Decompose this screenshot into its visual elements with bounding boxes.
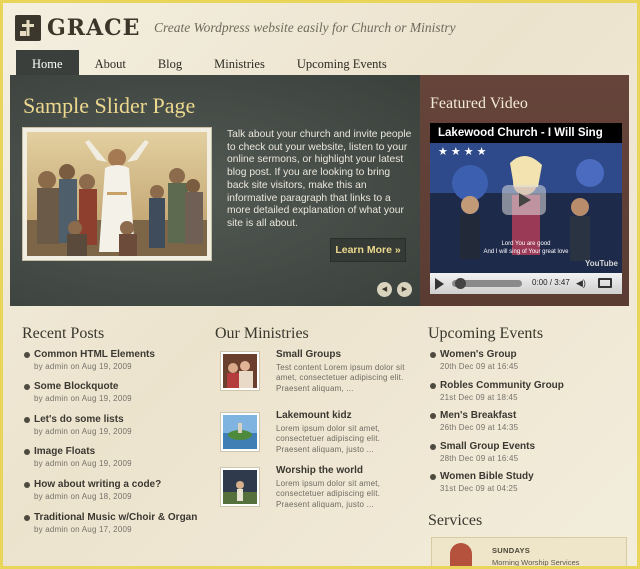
event-date: 26th Dec 09 at 14:35 bbox=[440, 423, 519, 432]
post-meta: by admin on Aug 18, 2009 bbox=[34, 492, 132, 501]
ministry-title-link[interactable]: Small Groups bbox=[276, 349, 341, 360]
post-item: Traditional Music w/Choir & Organ by adm… bbox=[24, 512, 209, 534]
site-logo-text: GRACE bbox=[47, 15, 141, 41]
nav-upcoming-events[interactable]: Upcoming Events bbox=[281, 50, 403, 75]
event-title-link[interactable]: Women Bible Study bbox=[430, 471, 630, 482]
post-meta: by admin on Aug 19, 2009 bbox=[34, 362, 132, 371]
event-title-link[interactable]: Women's Group bbox=[430, 349, 630, 360]
event-title-link[interactable]: Small Group Events bbox=[430, 441, 630, 452]
lake-photo-image bbox=[223, 415, 257, 449]
worship-photo-image bbox=[223, 470, 257, 504]
post-title-link[interactable]: Common HTML Elements bbox=[24, 349, 209, 360]
nav-ministries[interactable]: Ministries bbox=[198, 50, 281, 75]
video-progress-knob[interactable] bbox=[455, 278, 466, 289]
post-meta: by admin on Aug 19, 2009 bbox=[34, 459, 132, 468]
event-item: Small Group Events 28th Dec 09 at 16:45 bbox=[430, 441, 630, 463]
slider-title[interactable]: Sample Slider Page bbox=[23, 93, 195, 119]
nav-blog[interactable]: Blog bbox=[142, 50, 198, 75]
ministry-item: Worship the world Lorem ipsum dolor sit … bbox=[218, 465, 413, 511]
recent-posts-title: Recent Posts bbox=[22, 325, 105, 342]
post-item: How about writing a code? by admin on Au… bbox=[24, 479, 209, 501]
event-item: Men's Breakfast 26th Dec 09 at 14:35 bbox=[430, 410, 630, 432]
nav-home[interactable]: Home bbox=[16, 50, 79, 75]
upcoming-events-title: Upcoming Events bbox=[428, 325, 544, 342]
post-title-link[interactable]: Some Blockquote bbox=[24, 381, 209, 392]
post-meta: by admin on Aug 19, 2009 bbox=[34, 427, 132, 436]
services-item[interactable]: Morning Worship Services bbox=[492, 558, 579, 566]
event-date: 31st Dec 09 at 04:25 bbox=[440, 484, 518, 493]
post-meta: by admin on Aug 19, 2009 bbox=[34, 394, 132, 403]
ministry-title-link[interactable]: Worship the world bbox=[276, 465, 363, 476]
services-card: SUNDAYS Morning Worship Services bbox=[431, 537, 627, 566]
video-player[interactable]: Lakewood Church - I Will Sing ★★★★ Lord … bbox=[430, 123, 622, 294]
ministry-item: Lakemount kidz Lorem ipsum dolor sit ame… bbox=[218, 410, 413, 456]
play-icon[interactable] bbox=[435, 278, 444, 290]
ministries-title: Our Ministries bbox=[215, 325, 309, 342]
event-item: Robles Community Group 21st Dec 09 at 18… bbox=[430, 380, 630, 402]
ministry-title-link[interactable]: Lakemount kidz bbox=[276, 410, 352, 421]
ministry-thumbnail[interactable] bbox=[220, 412, 260, 452]
event-title-link[interactable]: Robles Community Group bbox=[430, 380, 630, 391]
video-controls: 0:00 / 3:47 ◀) bbox=[430, 273, 622, 294]
fullscreen-icon[interactable] bbox=[598, 278, 612, 288]
nav-about[interactable]: About bbox=[79, 50, 142, 75]
play-overlay-icon[interactable] bbox=[502, 185, 546, 215]
video-caption-line-2: And I will sing of Your great love bbox=[483, 249, 569, 255]
post-item: Some Blockquote by admin on Aug 19, 2009 bbox=[24, 381, 209, 403]
slider-description: Talk about your church and invite people… bbox=[227, 129, 412, 229]
post-item: Common HTML Elements by admin on Aug 19,… bbox=[24, 349, 209, 371]
post-title-link[interactable]: Image Floats bbox=[24, 446, 209, 457]
site-logo[interactable]: GRACE bbox=[15, 15, 140, 41]
video-caption-line-1: Lord You are good bbox=[501, 241, 551, 247]
post-item: Let's do some lists by admin on Aug 19, … bbox=[24, 414, 209, 436]
event-date: 21st Dec 09 at 18:45 bbox=[440, 393, 518, 402]
ministry-excerpt: Lorem ipsum dolor sit amet, consectetuer… bbox=[276, 479, 381, 509]
post-item: Image Floats by admin on Aug 19, 2009 bbox=[24, 446, 209, 468]
slider-image[interactable] bbox=[22, 127, 212, 261]
featured-video-panel: Featured Video Lakewood Church - I Will … bbox=[420, 75, 629, 306]
event-date: 28th Dec 09 at 16:45 bbox=[440, 454, 519, 463]
event-item: Women Bible Study 31st Dec 09 at 04:25 bbox=[430, 471, 630, 493]
video-rating-stars: ★★★★ bbox=[438, 146, 490, 158]
post-title-link[interactable]: Traditional Music w/Choir & Organ bbox=[24, 512, 209, 523]
services-day: SUNDAYS bbox=[492, 546, 531, 555]
post-title-link[interactable]: Let's do some lists bbox=[24, 414, 209, 425]
event-item: Women's Group 20th Dec 09 at 16:45 bbox=[430, 349, 630, 371]
group-photo-image bbox=[223, 354, 257, 388]
post-meta: by admin on Aug 17, 2009 bbox=[34, 525, 132, 534]
ministry-thumbnail[interactable] bbox=[220, 351, 260, 391]
services-title: Services bbox=[428, 512, 483, 529]
event-title-link[interactable]: Men's Breakfast bbox=[430, 410, 630, 421]
main-nav: Home About Blog Ministries Upcoming Even… bbox=[16, 50, 403, 75]
church-bell-icon bbox=[450, 543, 472, 566]
learn-more-button[interactable]: Learn More » bbox=[330, 238, 406, 262]
ministry-excerpt: Test content Lorem ipsum dolor sit amet,… bbox=[276, 363, 405, 393]
site-tagline: Create Wordpress website easily for Chur… bbox=[154, 20, 456, 35]
slider-next-icon[interactable]: ▶ bbox=[397, 282, 412, 297]
featured-slider: Sample Slider Page Talk about your churc… bbox=[10, 75, 420, 306]
video-name[interactable]: Lakewood Church - I Will Sing bbox=[438, 127, 603, 139]
slider-prev-icon[interactable]: ◀ bbox=[377, 282, 392, 297]
jesus-painting-image bbox=[27, 132, 207, 256]
event-date: 20th Dec 09 at 16:45 bbox=[440, 362, 519, 371]
post-title-link[interactable]: How about writing a code? bbox=[24, 479, 209, 490]
volume-icon[interactable]: ◀) bbox=[576, 278, 586, 289]
ministry-thumbnail[interactable] bbox=[220, 467, 260, 507]
ministry-excerpt: Lorem ipsum dolor sit amet, consectetuer… bbox=[276, 424, 381, 454]
ministry-item: Small Groups Test content Lorem ipsum do… bbox=[218, 349, 413, 395]
youtube-logo[interactable]: YouTube bbox=[585, 259, 618, 268]
video-time: 0:00 / 3:47 bbox=[532, 278, 570, 287]
featured-video-title: Featured Video bbox=[430, 95, 528, 112]
church-logo-icon bbox=[15, 15, 41, 41]
page-frame: GRACE Create Wordpress website easily fo… bbox=[3, 3, 637, 566]
